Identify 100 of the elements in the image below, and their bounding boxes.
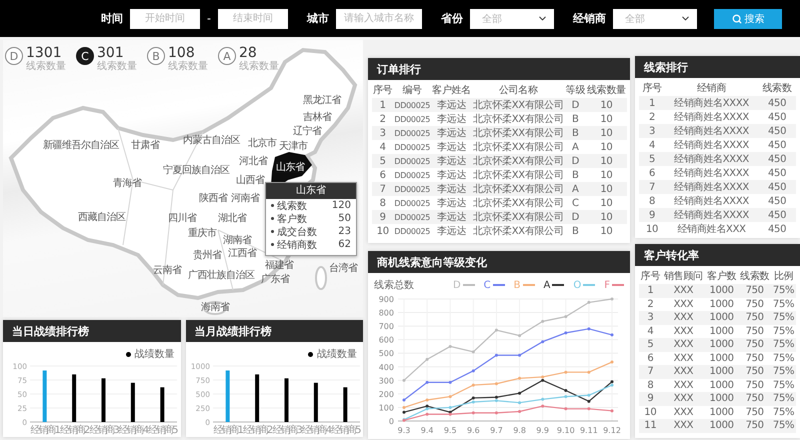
region-label[interactable]: 青海省	[113, 178, 142, 189]
point	[472, 396, 475, 400]
table-cell-text: 75%	[772, 392, 796, 406]
region-label[interactable]: 山东省	[276, 162, 304, 173]
region-label[interactable]: 福建省	[265, 260, 294, 271]
legend-label: C	[484, 280, 491, 290]
region-label[interactable]: 天津市	[279, 141, 308, 152]
table-cell: 750	[738, 324, 772, 338]
region-label[interactable]: 北京市	[248, 138, 276, 149]
table-cell: C	[564, 196, 586, 210]
point	[494, 396, 498, 399]
grade-badge[interactable]: C	[76, 47, 94, 65]
table-cell: 2	[639, 298, 662, 311]
table-cell: 450	[758, 208, 796, 222]
table-cell: B	[564, 168, 586, 182]
x-tick-label: 9.9	[536, 426, 550, 435]
point	[494, 354, 498, 357]
region-label[interactable]: 广东省	[261, 274, 290, 285]
stat-caption: 线索数量	[239, 61, 279, 72]
region-label[interactable]: 辽宁省	[293, 126, 322, 137]
table-cell: 1000	[705, 378, 738, 392]
point	[472, 350, 475, 354]
table-cell: 5	[372, 154, 394, 168]
table-cell: DD00025	[393, 210, 432, 224]
region-label[interactable]: 黑龙江省	[303, 95, 341, 106]
region-label[interactable]: 吉林省	[303, 112, 332, 123]
table-cell: 9	[639, 208, 665, 222]
end-time-field[interactable]: 结束时间	[218, 8, 288, 28]
table-cell: 经销商姓名XXXX	[665, 152, 758, 166]
table-cell-text: 75%	[772, 365, 796, 378]
point	[587, 300, 590, 304]
column-header: 序号	[372, 82, 394, 98]
grade-badge[interactable]: D	[5, 47, 23, 65]
region-label[interactable]: 宁夏回族自治区	[163, 165, 230, 176]
table-cell: 7	[372, 182, 394, 196]
x-tick-label: 9.12	[603, 426, 621, 435]
x-tick-label: 经销商5	[148, 425, 176, 436]
point	[610, 360, 614, 364]
region-label[interactable]: 广西壮族自治区	[188, 270, 254, 281]
region-label[interactable]: 四川省	[168, 213, 196, 224]
point	[402, 406, 406, 409]
column-header: 线索数	[738, 268, 772, 284]
table-cell: 9	[639, 392, 662, 406]
point	[541, 320, 544, 323]
grade-badge[interactable]: A	[218, 47, 236, 65]
region-label[interactable]: 台湾省	[329, 263, 358, 274]
table-cell-text: 北京怀柔XX有限公司	[472, 210, 565, 224]
x-tick-label: 经销商3	[89, 425, 118, 436]
x-tick-label: 经销商4	[301, 425, 330, 436]
city-field[interactable]: 请输入城市名称	[336, 8, 422, 28]
region-label[interactable]: 湖南省	[223, 235, 252, 246]
region-label[interactable]: 陕西省	[199, 193, 228, 204]
table-cell: 北京怀柔XX有限公司	[472, 196, 565, 210]
column-header: 编号	[393, 82, 432, 98]
region-label[interactable]: 山西省	[236, 175, 264, 186]
table-cell: 6	[639, 352, 662, 365]
region-label[interactable]: 西藏自治区	[78, 212, 126, 223]
region-label[interactable]: 重庆市	[188, 228, 216, 239]
x-tick-label: 9.11	[580, 426, 598, 435]
table-cell: XXX	[662, 392, 706, 406]
table-cell: DD00025	[393, 196, 432, 210]
table-cell: 经销商姓名XXXX	[665, 180, 758, 194]
table-cell: 北京怀柔XX有限公司	[472, 168, 565, 182]
region-label[interactable]: 新疆维吾尔自治区	[43, 140, 119, 151]
region-label[interactable]: 江西省	[228, 248, 256, 259]
x-tick-label: 9.6	[466, 426, 480, 435]
point	[587, 370, 590, 374]
point	[564, 315, 568, 318]
y-tick-label: 300	[378, 376, 394, 386]
table-cell: 450	[758, 194, 796, 208]
table-cell: 450	[758, 110, 796, 124]
region-label[interactable]: 海南省	[201, 302, 230, 313]
region-label[interactable]: 内蒙古自治区	[183, 135, 240, 146]
point	[494, 411, 498, 414]
table-cell: 经销商姓名XXXX	[665, 138, 758, 152]
region-label[interactable]: 湖北省	[218, 213, 246, 224]
point	[518, 392, 522, 395]
point	[448, 344, 452, 348]
start-time-field[interactable]: 开始时间	[130, 8, 200, 28]
grade-badge[interactable]: B	[147, 47, 165, 65]
table-cell: 450	[758, 166, 796, 180]
table-cell: 李远达	[431, 112, 472, 126]
table-cell: 750	[738, 406, 772, 419]
column-header: 销售顾问	[662, 268, 706, 284]
point	[610, 298, 614, 300]
region-label[interactable]: 甘肃省	[131, 140, 160, 151]
region-label[interactable]: 贵州省	[193, 250, 222, 261]
region-label[interactable]: 河北省	[239, 156, 268, 167]
point	[448, 395, 452, 398]
region-label[interactable]: 云南省	[153, 265, 182, 276]
point	[587, 327, 590, 330]
y-tick-label: 100	[378, 403, 394, 412]
region-label[interactable]: 河南省	[231, 193, 260, 204]
tooltip-value: 62	[338, 239, 351, 250]
legend-label: F	[604, 280, 610, 290]
table-cell: 1000	[705, 419, 738, 432]
point	[610, 409, 614, 412]
table-cell: DD00025	[393, 182, 432, 196]
point	[587, 407, 590, 410]
table-cell: XXX	[662, 378, 706, 392]
